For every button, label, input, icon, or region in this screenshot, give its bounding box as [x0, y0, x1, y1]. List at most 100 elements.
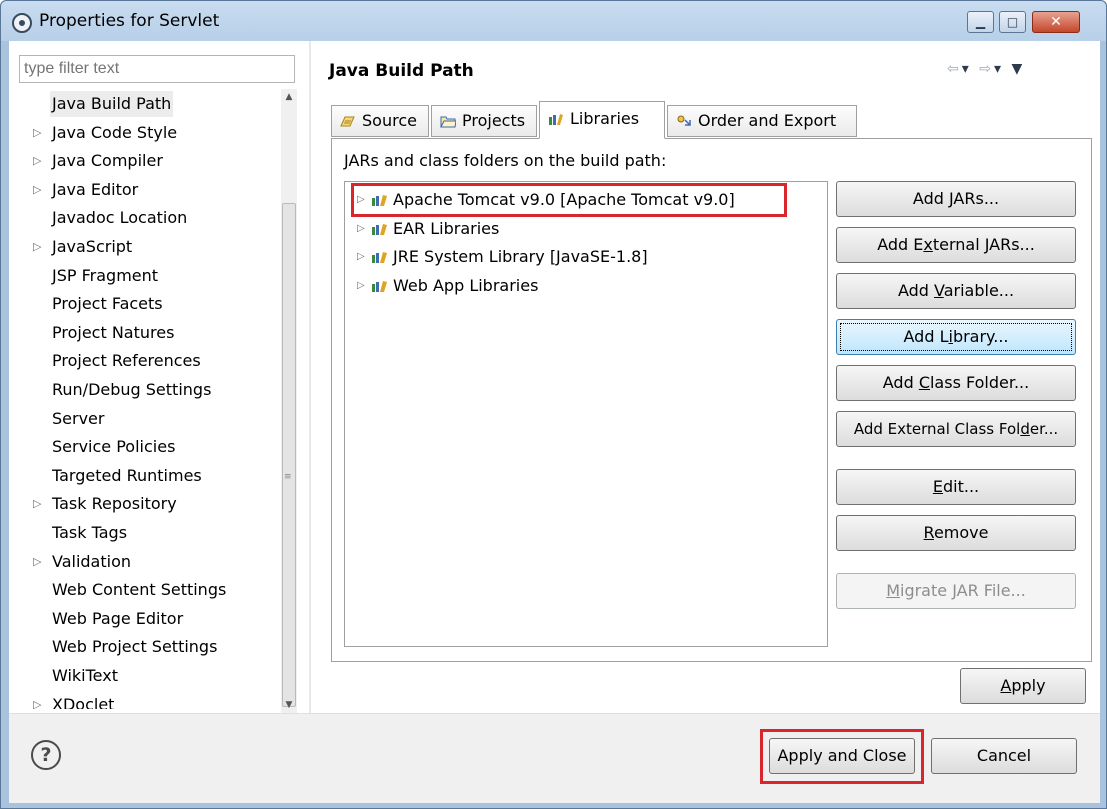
view-menu-icon[interactable]: ▼	[1011, 61, 1025, 77]
add-jars-button[interactable]: Add JARs...	[836, 181, 1076, 217]
forward-dropdown-icon[interactable]: ▾	[994, 61, 1004, 77]
tree-item-label: Task Tags	[52, 523, 128, 542]
tree-item-label: Validation	[52, 551, 132, 571]
expand-arrow-icon[interactable]: ▷	[33, 692, 49, 709]
remove-button[interactable]: Remove	[836, 515, 1076, 551]
expand-arrow-icon[interactable]: ▷	[33, 234, 49, 260]
filter-input[interactable]	[19, 55, 295, 83]
tab-source[interactable]: Source	[331, 105, 429, 137]
tree-item-label: JavaScript	[52, 237, 133, 256]
expand-arrow-icon[interactable]: ▷	[33, 120, 49, 146]
tree-item[interactable]: Javadoc Location	[19, 205, 281, 231]
tree-item-label: Javadoc Location	[52, 208, 188, 228]
scrollbar-thumb[interactable]	[282, 203, 296, 707]
back-arrow-icon[interactable]: ⇦	[947, 61, 962, 77]
tree-scrollbar[interactable]: ▲ ≡ ▼	[281, 89, 297, 713]
tree-item[interactable]: Targeted Runtimes	[19, 463, 281, 489]
tree-item-label: Web Content Settings	[52, 580, 227, 600]
apply-button[interactable]: Apply	[960, 668, 1086, 704]
eclipse-icon	[12, 13, 32, 33]
tree-item[interactable]: Service Policies	[19, 434, 281, 460]
window-title: Properties for Servlet	[39, 11, 220, 31]
expand-arrow-icon[interactable]: ▷	[33, 491, 49, 517]
add-external-class-folder-button[interactable]: Add External Class Folder...	[836, 411, 1076, 447]
cancel-button[interactable]: Cancel	[931, 738, 1077, 774]
edit-button[interactable]: Edit...	[836, 469, 1076, 505]
tree-item[interactable]: ▷ Java Code Style	[19, 120, 281, 146]
tree-item[interactable]: ▷ Validation	[19, 549, 281, 575]
tab-label: Order and Export	[698, 111, 837, 130]
forward-arrow-icon[interactable]: ⇨	[979, 61, 994, 77]
migrate-jar-button[interactable]: Migrate JAR File...	[836, 573, 1076, 609]
back-dropdown-icon[interactable]: ▾	[962, 61, 972, 77]
tree-item[interactable]: Run/Debug Settings	[19, 377, 281, 403]
library-label: EAR Libraries	[393, 218, 500, 238]
library-list: ▷ Apache Tomcat v9.0 [Apache Tomcat v9.0]…	[344, 181, 828, 647]
tree-item-label: Web Page Editor	[52, 608, 184, 628]
expand-arrow-icon[interactable]: ▷	[33, 177, 49, 203]
tree-item-label: Server	[52, 408, 105, 428]
tree-item[interactable]: Web Page Editor	[19, 606, 281, 632]
tree-item[interactable]: ▷ JavaScript	[19, 234, 281, 260]
tree-item-label: JSP Fragment	[52, 265, 159, 285]
tree-item[interactable]: ▷ Java Editor	[19, 177, 281, 203]
tree-item[interactable]: Project Natures	[19, 320, 281, 346]
tree-item-label: Project References	[52, 351, 201, 371]
minimize-button[interactable]: ▁	[967, 11, 994, 33]
tree-item-label: Targeted Runtimes	[52, 465, 202, 485]
tab-order-and-export[interactable]: Order and Export	[667, 105, 857, 137]
maximize-button[interactable]: □	[999, 11, 1026, 33]
expand-arrow-icon[interactable]: ▷	[357, 245, 369, 269]
tree-item[interactable]: Web Content Settings	[19, 577, 281, 603]
scroll-down-icon[interactable]: ▼	[281, 697, 297, 713]
tree-item[interactable]: Java Build Path	[19, 91, 281, 117]
source-icon	[340, 116, 355, 127]
tree-item[interactable]: Web Project Settings	[19, 634, 281, 660]
tree-item[interactable]: ▷ XDoclet	[19, 692, 281, 709]
add-external-jars-button[interactable]: Add External JARs...	[836, 227, 1076, 263]
add-class-folder-button[interactable]: Add Class Folder...	[836, 365, 1076, 401]
tree-item[interactable]: WikiText	[19, 663, 281, 689]
tree-item-label: Java Build Path	[50, 91, 174, 117]
property-pages-tree: Java Build Path ▷ Java Code Style ▷ Java Com…	[19, 89, 281, 709]
tab-label: Projects	[462, 111, 526, 130]
title-bar[interactable]: Properties for Servlet ▁ □ ✕	[1, 1, 1106, 41]
expand-arrow-icon[interactable]: ▷	[33, 549, 49, 575]
tree-item-label: Java Compiler	[52, 151, 163, 171]
tab-projects[interactable]: Projects	[431, 105, 537, 137]
tree-item[interactable]: ▷ Java Compiler	[19, 148, 281, 174]
tree-item[interactable]: ▷ Task Repository	[19, 491, 281, 517]
property-page: Java Build Path ⇦▾ ⇨▾ ▼ Source Projects …	[311, 41, 1100, 713]
expand-arrow-icon[interactable]: ▷	[33, 148, 49, 174]
tree-item[interactable]: Server	[19, 406, 281, 432]
library-icon	[549, 114, 563, 125]
close-button[interactable]: ✕	[1032, 11, 1080, 33]
tree-item-label: Run/Debug Settings	[52, 380, 212, 399]
tree-item-label: WikiText	[52, 666, 118, 685]
tree-item[interactable]: Task Tags	[19, 520, 281, 546]
tree-item-label: Web Project Settings	[52, 637, 218, 657]
add-library-button[interactable]: Add Library...	[836, 319, 1076, 355]
tree-item[interactable]: JSP Fragment	[19, 263, 281, 289]
expand-arrow-icon[interactable]: ▷	[357, 217, 369, 241]
tree-item-label: Project Facets	[52, 294, 163, 314]
tree-item-label: Task Repository	[52, 494, 177, 514]
help-icon[interactable]: ?	[31, 740, 61, 770]
dialog-client-area: Java Build Path▷Java Code Style▷Java Com…	[9, 41, 1100, 803]
page-title: Java Build Path	[329, 61, 474, 81]
tree-item[interactable]: Project Facets	[19, 291, 281, 317]
library-label: JRE System Library [JavaSE-1.8]	[393, 247, 648, 266]
order-export-icon	[677, 115, 691, 126]
add-variable-button[interactable]: Add Variable...	[836, 273, 1076, 309]
scroll-up-icon[interactable]: ▲	[281, 89, 297, 105]
scroll-grip-icon: ≡	[284, 472, 292, 482]
library-label: Web App Libraries	[393, 275, 539, 295]
expand-arrow-icon[interactable]: ▷	[357, 274, 369, 298]
tab-libraries[interactable]: Libraries	[539, 101, 665, 139]
tree-item-label: Project Natures	[52, 322, 175, 342]
dialog-footer: ? Apply and Close Cancel	[9, 713, 1100, 803]
tree-item[interactable]: Project References	[19, 348, 281, 374]
tree-item-label: Java Editor	[52, 179, 139, 199]
folder-icon	[440, 116, 456, 128]
tab-label: Libraries	[570, 109, 640, 128]
